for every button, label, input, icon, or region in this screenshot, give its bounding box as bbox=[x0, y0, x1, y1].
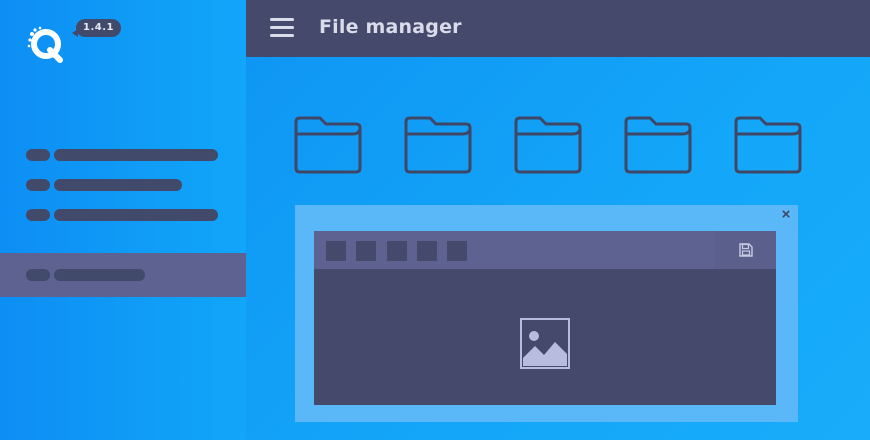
close-icon[interactable]: × bbox=[778, 207, 794, 223]
toolbar-button[interactable] bbox=[417, 241, 437, 261]
version-badge: 1.4.1 bbox=[72, 19, 121, 37]
menu-icon[interactable] bbox=[270, 18, 294, 38]
save-button[interactable] bbox=[715, 231, 776, 269]
nav-bullet bbox=[26, 209, 50, 221]
toolbar-button[interactable] bbox=[356, 241, 376, 261]
folder-icon[interactable] bbox=[294, 116, 362, 174]
nav-bullet bbox=[26, 179, 50, 191]
editor-toolbar bbox=[314, 231, 715, 269]
folder-icon[interactable] bbox=[404, 116, 472, 174]
sidebar-item-4-active[interactable] bbox=[0, 253, 246, 297]
image-placeholder-icon bbox=[520, 318, 570, 369]
nav-label-placeholder bbox=[54, 179, 182, 191]
toolbar-button[interactable] bbox=[326, 241, 346, 261]
page-title: File manager bbox=[319, 16, 462, 38]
top-bar: File manager bbox=[246, 0, 870, 57]
sidebar: 1.4.1 bbox=[0, 0, 246, 440]
image-editor bbox=[314, 231, 776, 405]
save-icon bbox=[739, 243, 753, 257]
toolbar-button[interactable] bbox=[387, 241, 407, 261]
nav-bullet bbox=[26, 269, 50, 281]
nav-bullet bbox=[26, 149, 50, 161]
nav-label-placeholder bbox=[54, 269, 145, 281]
logo bbox=[27, 26, 63, 63]
toolbar-button[interactable] bbox=[447, 241, 467, 261]
folder-icon[interactable] bbox=[624, 116, 692, 174]
folder-icon[interactable] bbox=[514, 116, 582, 174]
nav-label-placeholder bbox=[54, 209, 218, 221]
folder-icon[interactable] bbox=[734, 116, 802, 174]
nav-label-placeholder bbox=[54, 149, 218, 161]
